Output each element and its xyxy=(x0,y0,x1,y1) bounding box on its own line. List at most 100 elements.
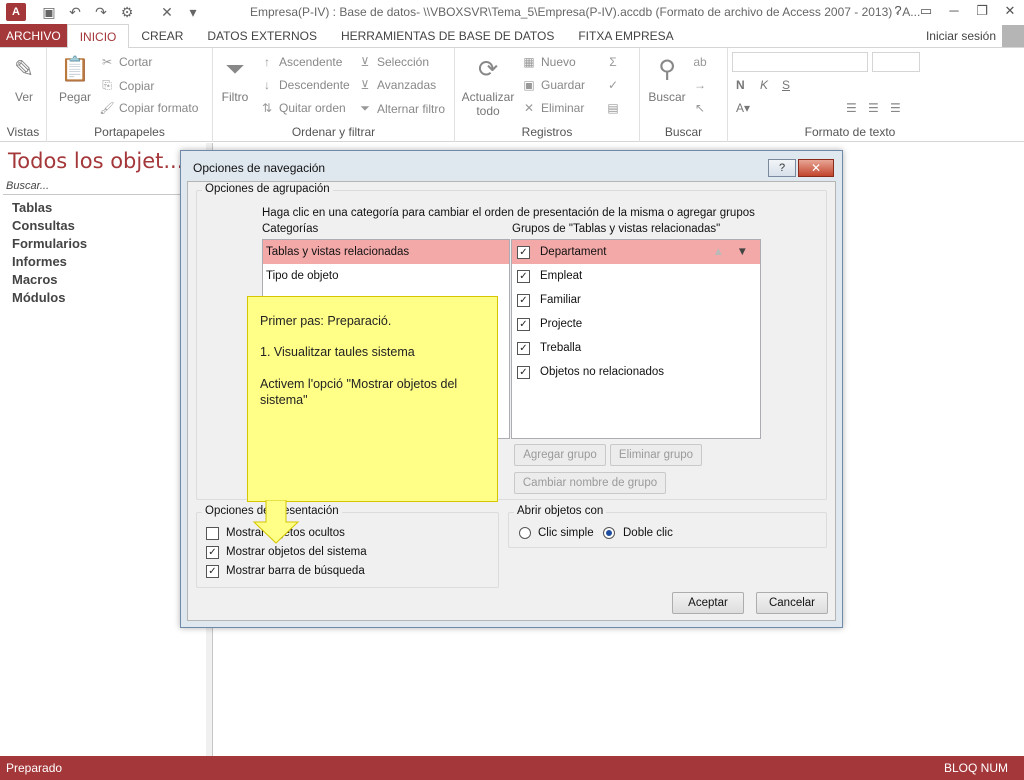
groups-list[interactable]: Departament ▲ ▼ Empleat Familiar Project… xyxy=(511,239,761,439)
save-icon[interactable]: ▣ xyxy=(38,4,60,21)
group-row-treballa[interactable]: Treballa xyxy=(512,336,760,360)
tab-fitxa-empresa[interactable]: FITXA EMPRESA xyxy=(566,24,685,47)
double-click-radio[interactable] xyxy=(603,527,615,539)
show-hidden-checkbox[interactable] xyxy=(206,527,219,540)
ver-button[interactable]: ✎ Ver xyxy=(6,54,42,104)
copiar-formato-button[interactable]: 🖌 Copiar formato xyxy=(99,101,198,115)
customize-qat-icon[interactable]: ⚙ xyxy=(116,4,138,21)
single-click-radio[interactable] xyxy=(519,527,531,539)
nuevo-button[interactable]: ▦ Nuevo xyxy=(521,55,575,69)
move-up-icon[interactable]: ▲ xyxy=(713,240,724,264)
spelling-button[interactable]: ✓ xyxy=(605,78,621,92)
move-down-icon[interactable]: ▼ xyxy=(737,240,748,264)
nav-search-input[interactable]: Buscar... xyxy=(3,177,206,195)
buscar-button[interactable]: ⚲ Buscar xyxy=(646,54,688,104)
descendente-button[interactable]: ↓ Descendente xyxy=(259,78,350,92)
nav-item-informes[interactable]: Informes xyxy=(12,253,87,271)
cortar-button[interactable]: ✂ Cortar xyxy=(99,55,152,69)
group-row-familiar[interactable]: Familiar xyxy=(512,288,760,312)
group-checkbox[interactable]: ✓ xyxy=(517,366,530,379)
help-icon[interactable]: ? xyxy=(884,0,912,22)
double-click-label[interactable]: Doble clic xyxy=(623,527,673,539)
nav-item-formularios[interactable]: Formularios xyxy=(12,235,87,253)
ribbon-display-icon[interactable]: ▭ xyxy=(912,0,940,22)
pegar-button[interactable]: 📋 Pegar xyxy=(55,54,95,104)
ascendente-button[interactable]: ↑ Ascendente xyxy=(259,55,342,69)
replace-icon: ab xyxy=(693,55,707,69)
nav-item-macros[interactable]: Macros xyxy=(12,271,87,289)
group-checkbox[interactable]: ✓ xyxy=(517,270,530,283)
align-left-icon[interactable]: ☰ xyxy=(846,101,857,115)
alternar-filtro-button[interactable]: ⏷ Alternar filtro xyxy=(357,101,445,116)
cambiar-nombre-grupo-button[interactable]: Cambiar nombre de grupo xyxy=(514,472,666,494)
nav-item-tablas[interactable]: Tablas xyxy=(12,199,87,217)
qat-dropdown-icon[interactable]: ▾ xyxy=(182,4,204,21)
tab-inicio[interactable]: INICIO xyxy=(66,24,130,49)
group-row-empleat[interactable]: Empleat xyxy=(512,264,760,288)
align-right-icon[interactable]: ☰ xyxy=(890,101,901,115)
close-window-icon[interactable]: ✕ xyxy=(996,0,1024,22)
underline-button[interactable]: S xyxy=(782,78,790,92)
dialog-help-button[interactable]: ? xyxy=(768,159,796,177)
bold-button[interactable]: N xyxy=(736,78,745,92)
category-item[interactable]: Tipo de objeto xyxy=(263,264,509,288)
window-title: Empresa(P-IV) : Base de datos- \\VBOXSVR… xyxy=(250,5,921,19)
group-checkbox[interactable]: ✓ xyxy=(517,246,530,259)
close-database-icon[interactable]: ✕ xyxy=(156,4,178,21)
grouping-options-legend: Opciones de agrupación xyxy=(202,183,333,195)
group-row-departament[interactable]: Departament ▲ ▼ xyxy=(512,240,760,264)
avatar[interactable] xyxy=(1002,25,1024,47)
seleccion-button[interactable]: ⊻ Selección xyxy=(357,55,429,69)
show-system-checkbox[interactable]: ✓ xyxy=(206,546,219,559)
group-checkbox[interactable]: ✓ xyxy=(517,294,530,307)
tab-herramientas[interactable]: HERRAMIENTAS DE BASE DE DATOS xyxy=(329,24,566,47)
undo-icon[interactable]: ↶ xyxy=(64,4,86,21)
seleccion-label: Selección xyxy=(377,55,430,69)
guardar-label: Guardar xyxy=(541,78,586,92)
actualizar-button[interactable]: ⟳ Actualizar todo xyxy=(461,54,515,118)
access-app-icon[interactable]: A xyxy=(6,3,26,21)
aceptar-button[interactable]: Aceptar xyxy=(672,592,744,614)
group-portapapeles: 📋 Pegar ✂ Cortar ⎘ Copiar 🖌 Copiar formato … xyxy=(47,48,213,142)
reemplazar-button[interactable]: ab xyxy=(692,55,708,69)
group-checkbox[interactable]: ✓ xyxy=(517,318,530,331)
minimize-icon[interactable]: ─ xyxy=(940,0,968,22)
nav-item-modulos[interactable]: Módulos xyxy=(12,289,87,307)
font-size-select[interactable] xyxy=(872,52,920,72)
avanzadas-button[interactable]: ⊻ Avanzadas xyxy=(357,78,437,92)
dialog-close-button[interactable]: ✕ xyxy=(798,159,834,177)
nav-item-consultas[interactable]: Consultas xyxy=(12,217,87,235)
toggle-filter-icon: ⏷ xyxy=(360,101,370,115)
show-search-bar-checkbox[interactable]: ✓ xyxy=(206,565,219,578)
font-color-button[interactable]: A▾ xyxy=(736,101,750,115)
ir-a-button[interactable]: → xyxy=(692,78,708,92)
tab-crear[interactable]: CREAR xyxy=(129,24,195,47)
redo-icon[interactable]: ↷ xyxy=(90,4,112,21)
tab-archivo[interactable]: ARCHIVO xyxy=(0,24,67,47)
guardar-button[interactable]: ▣ Guardar xyxy=(521,78,585,92)
copiar-button[interactable]: ⎘ Copiar xyxy=(99,78,154,93)
tab-datos-externos[interactable]: DATOS EXTERNOS xyxy=(195,24,329,47)
quitar-orden-button[interactable]: ⇅ Quitar orden xyxy=(259,101,346,115)
single-click-label[interactable]: Clic simple xyxy=(538,527,594,539)
totales-button[interactable]: Σ xyxy=(605,55,621,69)
group-checkbox[interactable]: ✓ xyxy=(517,342,530,355)
group-row-projecte[interactable]: Projecte xyxy=(512,312,760,336)
cancelar-button[interactable]: Cancelar xyxy=(756,592,828,614)
eliminar-button[interactable]: ✕ Eliminar xyxy=(521,101,584,115)
show-system-label[interactable]: Mostrar objetos del sistema xyxy=(226,546,367,558)
restore-icon[interactable]: ❐ xyxy=(968,0,996,22)
italic-button[interactable]: K xyxy=(760,78,768,92)
align-center-icon[interactable]: ☰ xyxy=(868,101,879,115)
group-row-no-relacionados[interactable]: Objetos no relacionados xyxy=(512,360,760,384)
filtro-button[interactable]: ⏷ Filtro xyxy=(219,54,251,104)
show-search-bar-label[interactable]: Mostrar barra de búsqueda xyxy=(226,565,365,577)
eliminar-grupo-button[interactable]: Eliminar grupo xyxy=(610,444,702,466)
font-name-select[interactable] xyxy=(732,52,868,72)
more-records-button[interactable]: ▤ xyxy=(605,101,621,115)
agregar-grupo-button[interactable]: Agregar grupo xyxy=(514,444,606,466)
category-item[interactable]: Tablas y vistas relacionadas xyxy=(263,240,509,264)
seleccionar-button[interactable]: ↖ xyxy=(692,101,708,115)
signin-link[interactable]: Iniciar sesión xyxy=(926,24,1002,47)
nav-pane-title[interactable]: Todos los objet... xyxy=(8,149,183,173)
